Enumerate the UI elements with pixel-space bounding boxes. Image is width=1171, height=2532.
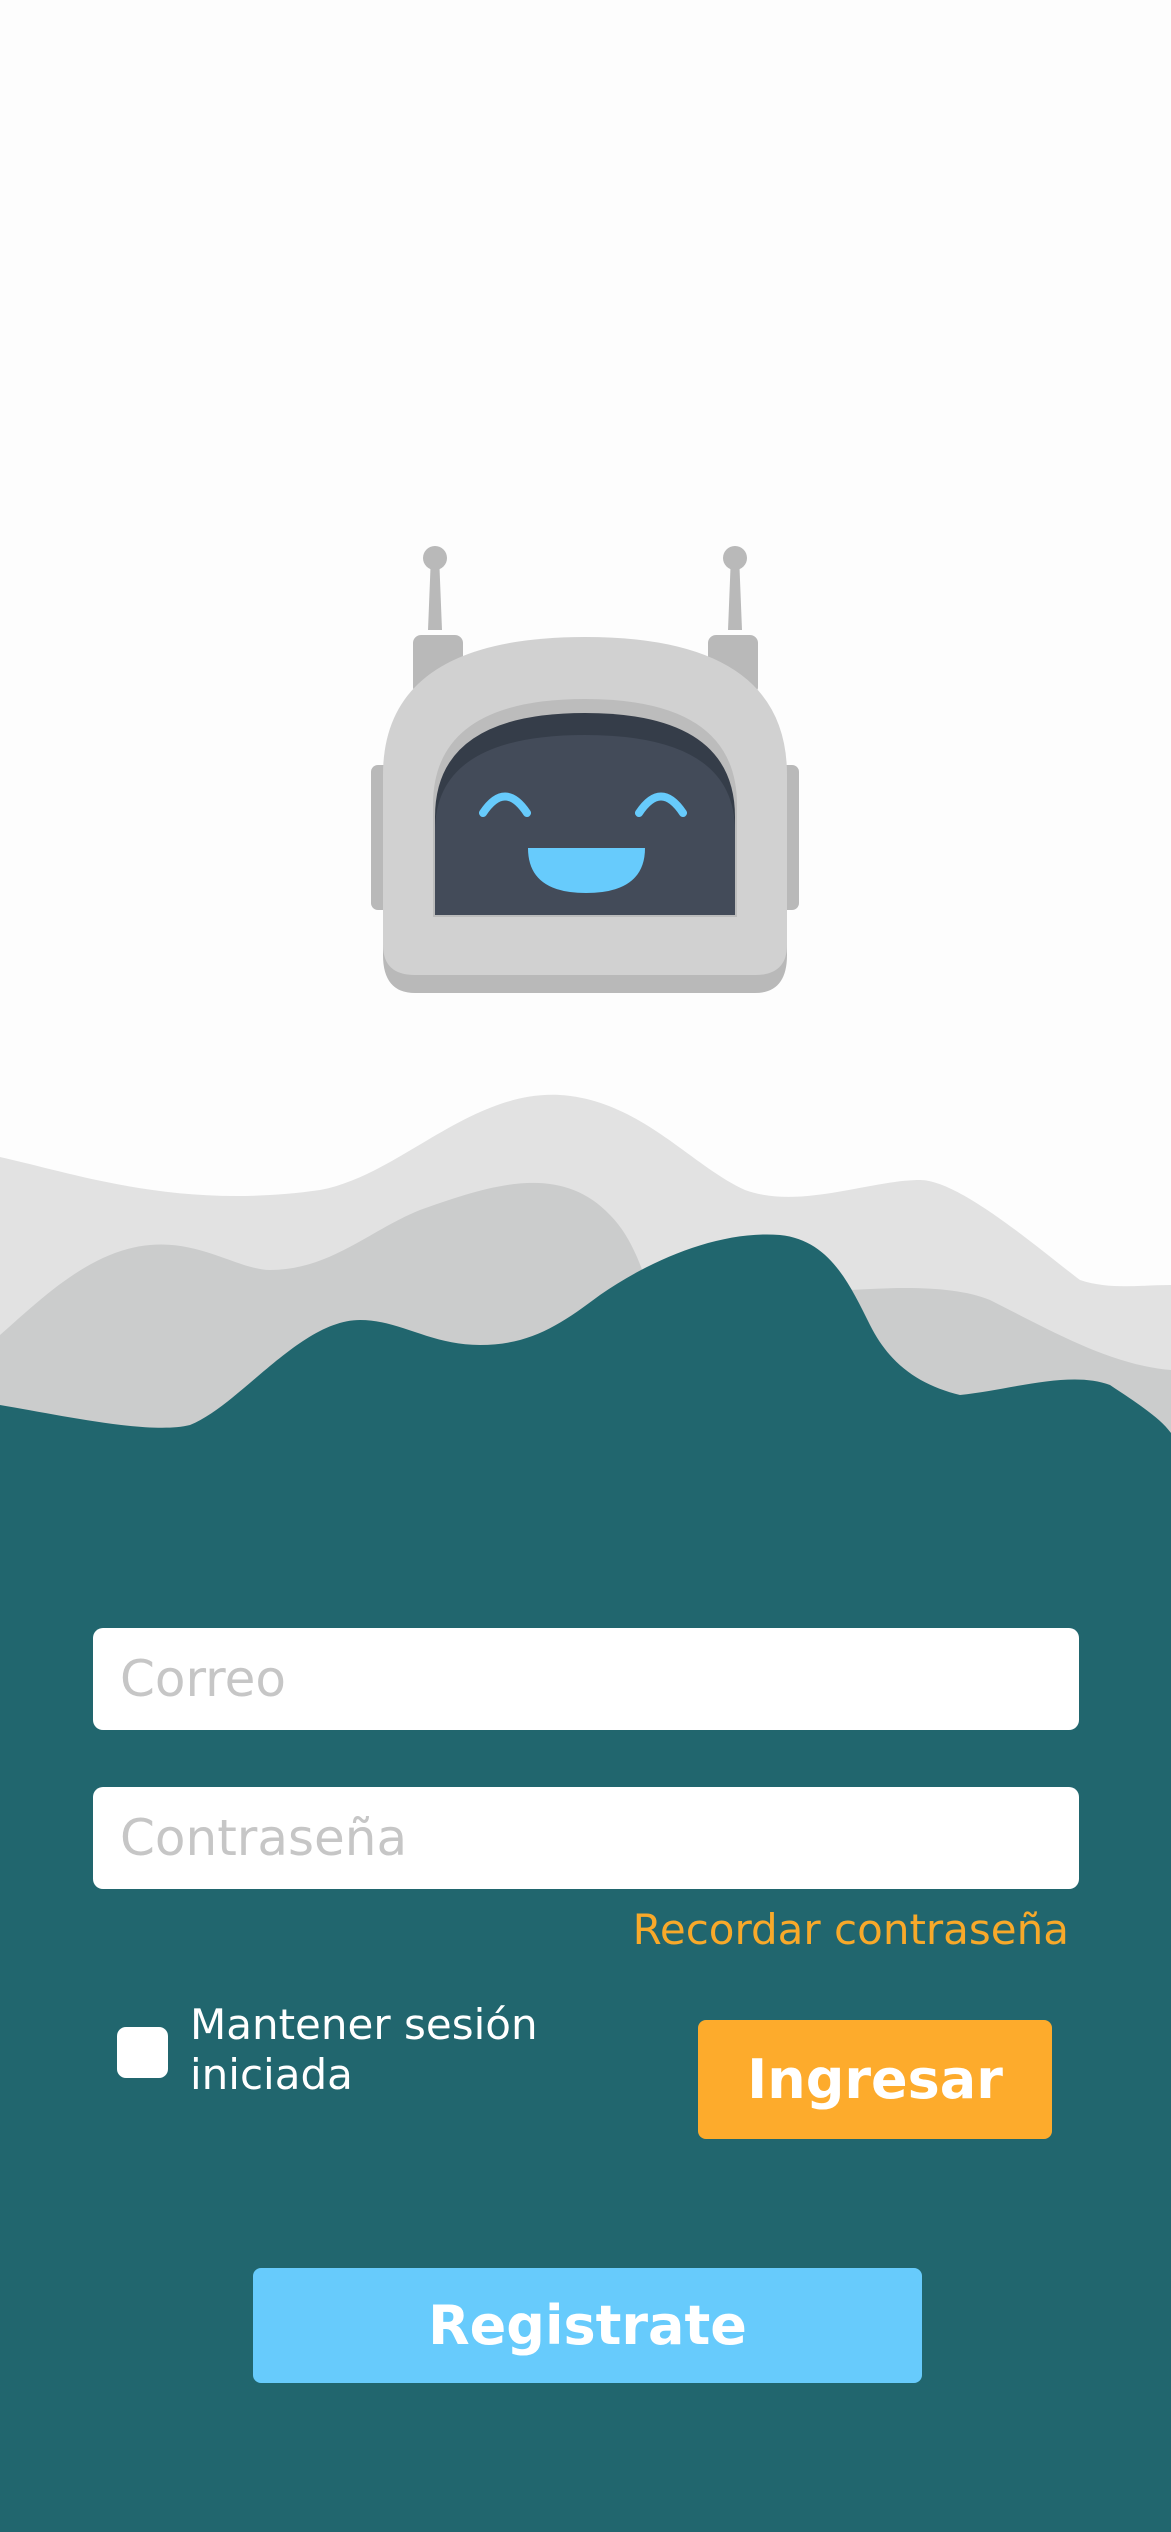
smiling-robot-icon xyxy=(371,546,799,993)
antenna-left xyxy=(423,546,447,630)
password-field[interactable] xyxy=(93,1787,1079,1889)
register-button[interactable]: Registrate xyxy=(253,2268,922,2383)
login-button[interactable]: Ingresar xyxy=(698,2020,1052,2139)
remember-me-checkbox[interactable] xyxy=(117,2027,168,2078)
remember-me-label: Mantener sesión iniciada xyxy=(190,2000,538,2099)
antenna-right xyxy=(723,546,747,630)
email-field[interactable] xyxy=(93,1628,1079,1730)
forgot-password-link[interactable]: Recordar contraseña xyxy=(633,1905,1069,1954)
